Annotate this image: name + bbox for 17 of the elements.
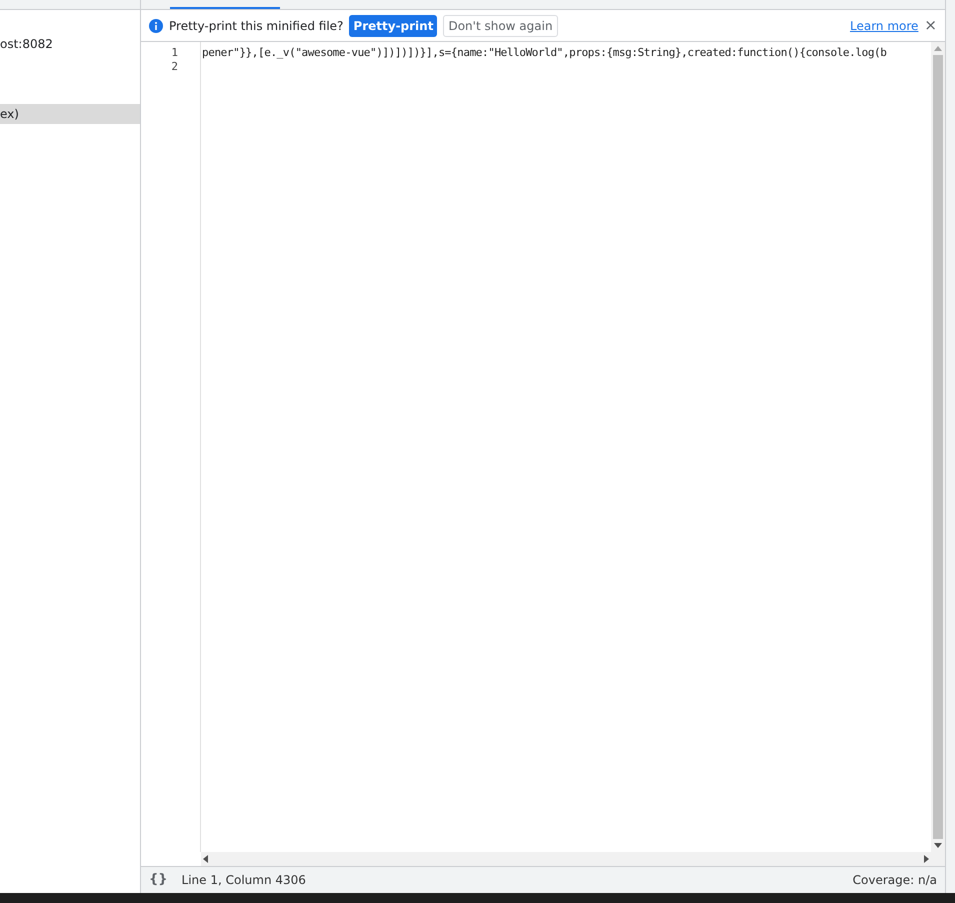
dismiss-button[interactable]: Don't show again <box>443 14 558 36</box>
close-button[interactable]: × <box>924 18 937 33</box>
horizontal-scrollbar[interactable] <box>201 852 931 866</box>
learn-more-link[interactable]: Learn more <box>850 16 918 34</box>
pretty-print-button[interactable]: Pretty-print <box>349 14 438 36</box>
sidebar-item[interactable]: ost:8082 <box>0 34 140 54</box>
info-icon <box>149 18 163 32</box>
line-number: 2 <box>170 60 179 74</box>
vertical-scrollbar[interactable] <box>931 42 945 866</box>
cursor-position: Line 1, Column 4306 <box>182 872 306 889</box>
code-line: pener"}},[e._v("awesome-vue")])])])}],s={name:"HelloWorld",props:{msg:String},created:function(){console.log(b <box>202 46 888 60</box>
format-button[interactable]: {} <box>149 870 168 890</box>
info-message: Pretty-print this minified file? <box>169 18 344 34</box>
line-number: 1 <box>170 46 179 60</box>
sidebar-item[interactable]: ex) <box>0 104 140 124</box>
scrollbar-thumb[interactable] <box>933 55 943 839</box>
coverage-label: Coverage: n/a <box>852 872 937 889</box>
